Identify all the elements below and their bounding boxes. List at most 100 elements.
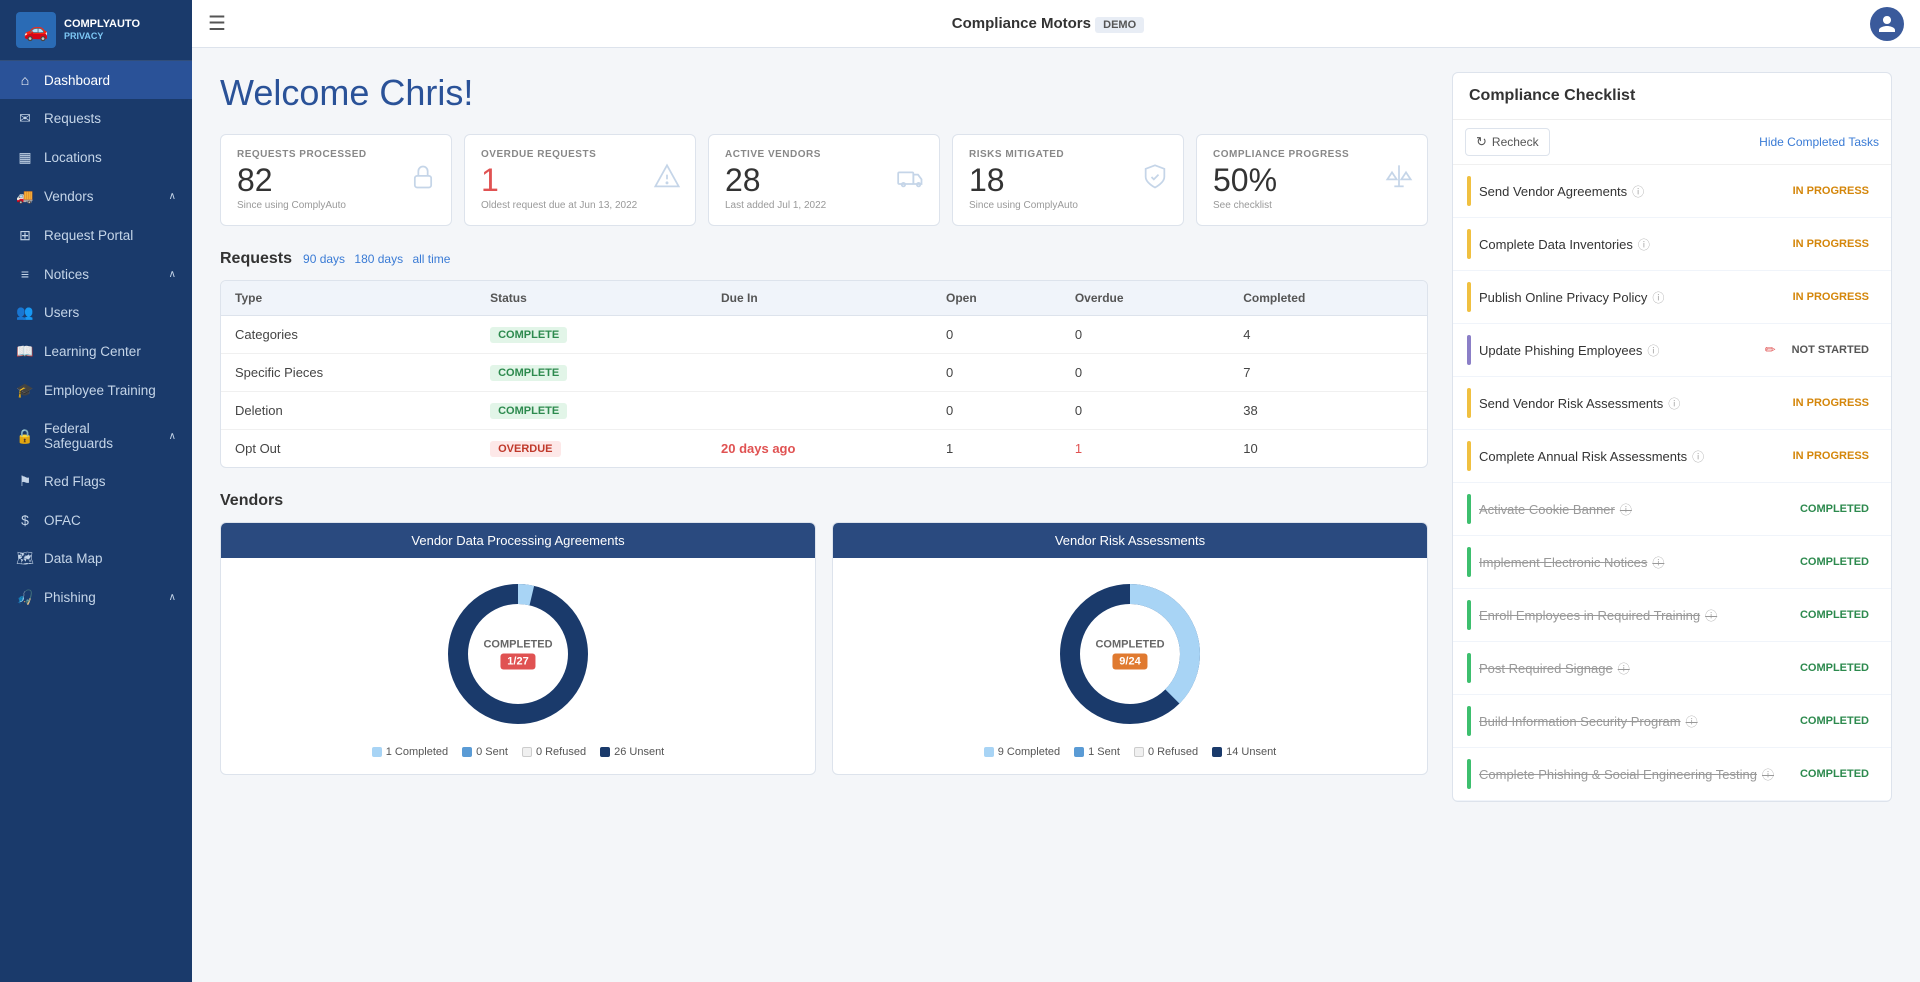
info-icon[interactable]: ⓘ [1652,289,1664,306]
stat-label: ACTIVE VENDORS [725,149,923,160]
stat-label: REQUESTS PROCESSED [237,149,435,160]
table-row: Opt Out OVERDUE 20 days ago 1 1 10 [221,430,1427,468]
hide-completed-button[interactable]: Hide Completed Tasks [1759,135,1879,149]
legend-item: 26 Unsent [600,746,664,758]
info-icon[interactable]: ⓘ [1692,448,1704,465]
checklist-item-label: Complete Phishing & Social Engineering T… [1479,766,1784,783]
checklist-bar [1467,494,1471,524]
col-overdue: Overdue [1061,281,1229,316]
sidebar-item-phishing[interactable]: 🎣 Phishing ∧ [0,578,192,617]
info-icon[interactable]: ⓘ [1647,342,1659,359]
recheck-button[interactable]: ↻ Recheck [1465,128,1550,156]
cell-type: Opt Out [221,430,476,468]
sidebar-item-locations[interactable]: ▦ Locations [0,138,192,177]
sidebar-item-label: Learning Center [44,344,176,359]
col-type: Type [221,281,476,316]
legend-item: 0 Refused [1134,746,1198,758]
sidebar-item-ofac[interactable]: $ OFAC [0,501,192,539]
vra-chart-card: Vendor Risk Assessments [832,522,1428,775]
sidebar-item-users[interactable]: 👥 Users [0,293,192,332]
info-icon[interactable]: ⓘ [1762,766,1774,783]
locations-icon: ▦ [16,149,34,166]
legend-item: 14 Unsent [1212,746,1276,758]
checklist-item: Complete Phishing & Social Engineering T… [1453,748,1891,801]
sidebar-item-vendors[interactable]: 🚚 Vendors ∧ [0,177,192,216]
requests-filter-links: 90 days 180 days all time [300,252,453,266]
logo-text: COMPLYAUTO PRIVACY [64,18,140,42]
checklist-item: Update Phishing Employees ⓘ ✏ NOT STARTE… [1453,324,1891,377]
sidebar-item-requests[interactable]: ✉ Requests [0,99,192,138]
cell-due-in: 20 days ago [707,430,932,468]
info-icon[interactable]: ⓘ [1618,660,1630,677]
topbar: ☰ Compliance Motors DEMO [192,0,1920,48]
refresh-icon: ↻ [1476,134,1487,150]
vra-legend: 9 Completed 1 Sent 0 Refused [984,746,1277,758]
user-avatar[interactable] [1870,7,1904,41]
shield-icon [1141,163,1169,197]
checklist-bar [1467,547,1471,577]
sidebar-item-federal-safeguards[interactable]: 🔒 Federal Safeguards ∧ [0,410,192,462]
status-badge: COMPLETED [1792,766,1877,782]
sidebar-item-label: Locations [44,150,176,165]
stat-label: OVERDUE REQUESTS [481,149,679,160]
checklist-bar [1467,388,1471,418]
info-icon[interactable]: ⓘ [1686,713,1698,730]
checklist-item-label: Enroll Employees in Required Training ⓘ [1479,607,1784,624]
info-icon[interactable]: ⓘ [1668,395,1680,412]
legend-dot-completed [372,747,382,757]
sidebar-item-label: Request Portal [44,228,176,243]
training-icon: 🎓 [16,382,34,399]
cell-overdue: 0 [1061,316,1229,354]
sidebar-item-label: Employee Training [44,383,176,398]
stat-value: 28 [725,164,923,196]
stat-sub: Since using ComplyAuto [237,200,435,211]
vendors-title: Vendors [220,492,283,510]
learning-icon: 📖 [16,343,34,360]
sidebar-item-employee-training[interactable]: 🎓 Employee Training [0,371,192,410]
legend-dot-completed [984,747,994,757]
status-badge: IN PROGRESS [1785,448,1877,464]
cell-due-in [707,354,932,392]
cell-type: Categories [221,316,476,354]
sidebar-item-request-portal[interactable]: ⊞ Request Portal [0,216,192,255]
legend-label: 14 Unsent [1226,746,1276,758]
vra-chart-title: Vendor Risk Assessments [833,523,1427,558]
sidebar-item-data-map[interactable]: 🗺 Data Map [0,539,192,578]
company-name: Compliance Motors DEMO [238,15,1858,32]
checklist-item: Post Required Signage ⓘ COMPLETED [1453,642,1891,695]
checklist-item-label: Activate Cookie Banner ⓘ [1479,501,1784,518]
stat-sub: Last added Jul 1, 2022 [725,200,923,211]
sidebar-item-label: Data Map [44,551,176,566]
pencil-icon: ✏ [1765,342,1776,358]
legend-item: 0 Sent [462,746,508,758]
requests-title: Requests [220,250,292,268]
legend-dot-sent [1074,747,1084,757]
sidebar-item-red-flags[interactable]: ⚑ Red Flags [0,462,192,501]
cell-status: COMPLETE [476,392,707,430]
info-icon[interactable]: ⓘ [1632,183,1644,200]
sidebar-item-learning-center[interactable]: 📖 Learning Center [0,332,192,371]
info-icon[interactable]: ⓘ [1638,236,1650,253]
filter-alltime[interactable]: all time [412,252,450,266]
lock-icon [409,163,437,197]
sidebar-item-label: Federal Safeguards [44,421,159,451]
vra-badge: 9/24 [1112,654,1147,670]
filter-180days[interactable]: 180 days [354,252,403,266]
stat-card-active-vendors: ACTIVE VENDORS 28 Last added Jul 1, 2022 [708,134,940,226]
cell-status: COMPLETE [476,316,707,354]
info-icon[interactable]: ⓘ [1705,607,1717,624]
sidebar-item-dashboard[interactable]: ⌂ Dashboard [0,61,192,99]
filter-90days[interactable]: 90 days [303,252,345,266]
cell-overdue: 0 [1061,392,1229,430]
status-badge: IN PROGRESS [1785,289,1877,305]
sidebar-item-label: Vendors [44,189,159,204]
menu-toggle-button[interactable]: ☰ [208,11,226,36]
stat-value: 50% [1213,164,1411,196]
sidebar-item-notices[interactable]: ≡ Notices ∧ [0,255,192,293]
info-icon[interactable]: ⓘ [1620,501,1632,518]
info-icon[interactable]: ⓘ [1652,554,1664,571]
cell-due-in [707,316,932,354]
vra-donut-label: COMPLETED 9/24 [1095,639,1164,670]
checklist-bar [1467,653,1471,683]
stat-card-overdue-requests: OVERDUE REQUESTS 1 Oldest request due at… [464,134,696,226]
